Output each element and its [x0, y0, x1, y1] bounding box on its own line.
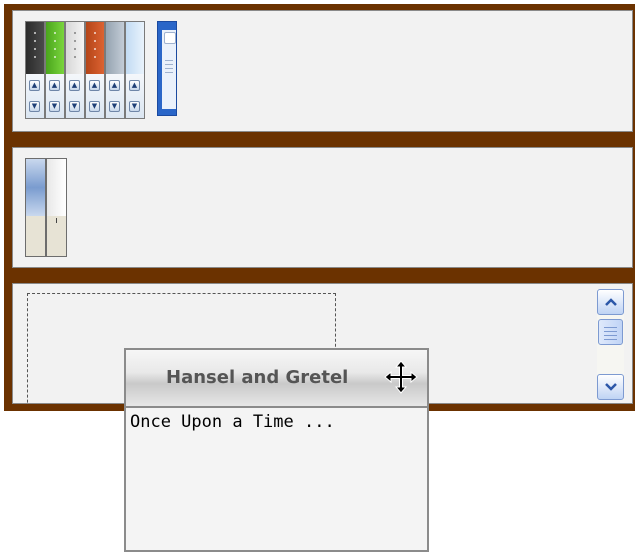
- arrow-up-icon[interactable]: ▲: [129, 80, 140, 91]
- panel-skins-2: [12, 147, 633, 268]
- window-lines-icon: [165, 60, 173, 76]
- arrow-down-icon[interactable]: ▼: [109, 101, 120, 112]
- arrow-down-icon[interactable]: ▼: [29, 101, 40, 112]
- scroll-thumb-grip-icon[interactable]: [598, 319, 623, 345]
- arrow-up-icon[interactable]: ▲: [49, 80, 60, 91]
- skin-swatch-neutral[interactable]: [46, 158, 67, 257]
- chevron-down-icon[interactable]: [597, 374, 624, 400]
- arrow-up-icon[interactable]: ▲: [69, 80, 80, 91]
- skin-swatch-green[interactable]: ▲ ▼: [45, 21, 65, 119]
- arrow-up-icon[interactable]: ▲: [109, 80, 120, 91]
- arrow-up-icon[interactable]: ▲: [29, 80, 40, 91]
- skin-swatch-silver[interactable]: ▲ ▼: [65, 21, 85, 119]
- chevron-up-icon[interactable]: [597, 289, 624, 315]
- skin-swatch-blue-window[interactable]: [157, 21, 177, 116]
- arrow-down-icon[interactable]: ▼: [69, 101, 80, 112]
- arrow-down-icon[interactable]: ▼: [129, 101, 140, 112]
- panel-skins: ▲ ▼ ▲ ▼ ▲ ▼ ▲ ▼ ▲ ▼ ▲ ▼: [12, 10, 633, 132]
- skin-swatch-steel-blue[interactable]: [25, 158, 46, 257]
- vertical-scrollbar[interactable]: [597, 289, 624, 400]
- skin-swatch-orange[interactable]: ▲ ▼: [85, 21, 105, 119]
- arrow-up-icon[interactable]: ▲: [89, 80, 100, 91]
- dialog-body-text: Once Upon a Time ...: [130, 412, 335, 432]
- window-knob-icon: [164, 32, 176, 44]
- arrow-down-icon[interactable]: ▼: [89, 101, 100, 112]
- dialog-title: Hansel and Gretel: [166, 367, 349, 388]
- arrow-down-icon[interactable]: ▼: [49, 101, 60, 112]
- skin-swatch-gray-blue[interactable]: ▲ ▼: [105, 21, 125, 119]
- skin-swatch-dark[interactable]: ▲ ▼: [25, 21, 45, 119]
- dialog-header[interactable]: Hansel and Gretel: [126, 350, 427, 408]
- skin-swatch-light-blue[interactable]: ▲ ▼: [125, 21, 145, 119]
- floating-dialog[interactable]: Hansel and Gretel Once Upon a Time ...: [124, 348, 429, 552]
- move-arrows-icon[interactable]: [384, 360, 418, 394]
